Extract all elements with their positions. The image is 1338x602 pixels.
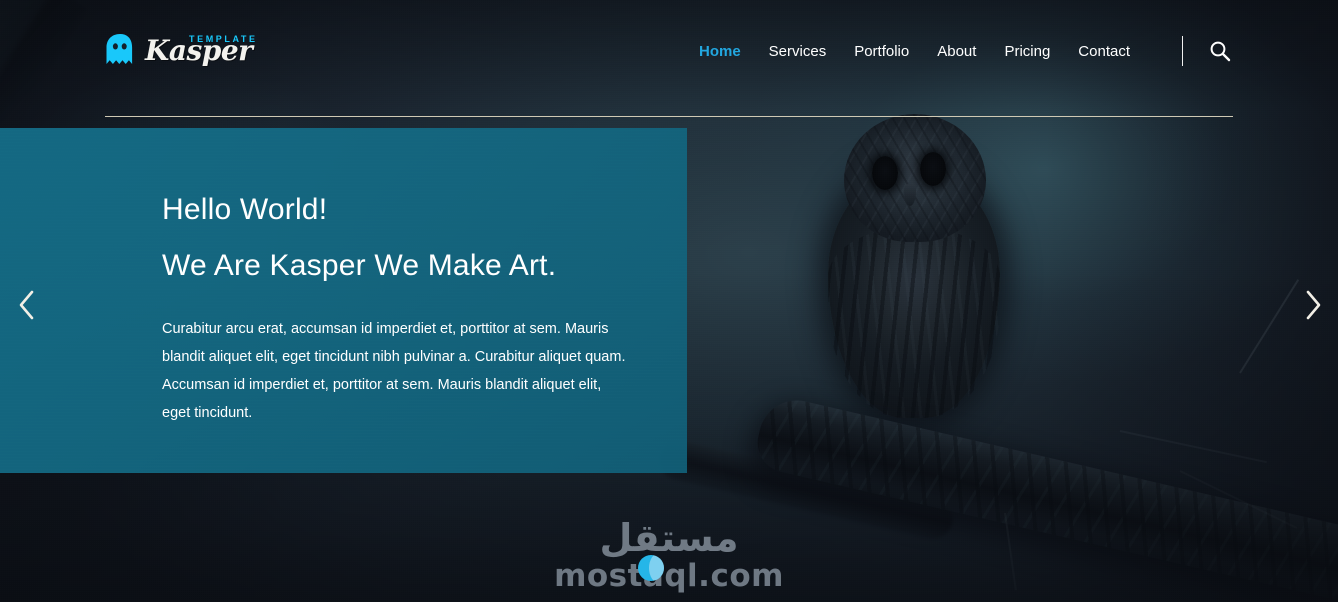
hero-subheading: We Are Kasper We Make Art. [162, 249, 557, 282]
main-nav: Home Services Portfolio About Pricing Co… [685, 43, 1144, 60]
site-logo[interactable]: TEMPLATE Kasper [105, 34, 255, 68]
chevron-right-icon [1304, 290, 1322, 325]
nav-item-home[interactable]: Home [685, 43, 755, 60]
logo-eyebrow: TEMPLATE [189, 34, 258, 44]
hero-paragraph: Curabitur arcu erat, accumsan id imperdi… [162, 321, 626, 421]
header-divider [1182, 36, 1183, 66]
header-inner: TEMPLATE Kasper Home Services Portfolio … [105, 0, 1233, 117]
header-right: Home Services Portfolio About Pricing Co… [685, 36, 1233, 66]
hero-content: Hello World! We Are Kasper We Make Art. … [0, 128, 687, 427]
nav-item-pricing[interactable]: Pricing [990, 43, 1064, 60]
chevron-left-icon [18, 290, 36, 325]
nav-item-portfolio[interactable]: Portfolio [840, 43, 923, 60]
hero-page: TEMPLATE Kasper Home Services Portfolio … [0, 0, 1338, 602]
search-icon[interactable] [1207, 38, 1233, 64]
carousel-prev-button[interactable] [10, 287, 44, 327]
hero-heading: Hello World! [162, 193, 328, 226]
logo-name: Kasper [145, 34, 253, 67]
carousel-next-button[interactable] [1296, 287, 1330, 327]
ghost-icon [105, 34, 135, 68]
nav-item-about[interactable]: About [923, 43, 990, 60]
hero-panel: Hello World! We Are Kasper We Make Art. … [0, 128, 687, 473]
site-header: TEMPLATE Kasper Home Services Portfolio … [0, 0, 1338, 118]
nav-item-contact[interactable]: Contact [1064, 43, 1144, 60]
nav-item-services[interactable]: Services [755, 43, 841, 60]
logo-text: TEMPLATE Kasper [145, 35, 255, 65]
